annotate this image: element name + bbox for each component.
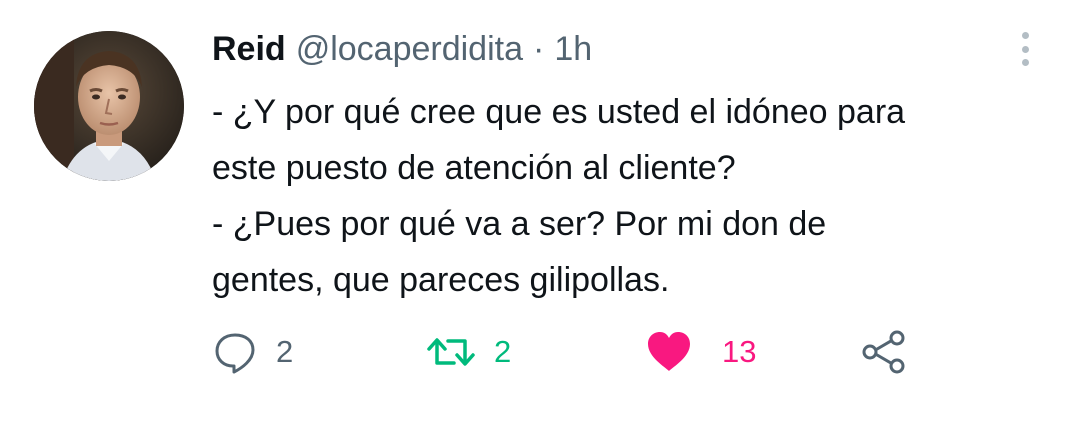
more-dot [1021, 59, 1029, 66]
tweet[interactable]: Reid @locaperdidita · 1h - ¿Y por qué cr… [0, 0, 1080, 432]
share-icon [862, 330, 905, 374]
more-dot [1021, 45, 1029, 53]
tweet-text-line: - ¿Pues por qué va a ser? Por mi don de [212, 205, 827, 243]
separator-dot: · [533, 30, 545, 68]
reply-icon [215, 333, 255, 374]
like-count: 13 [722, 334, 757, 369]
tweet-text: - ¿Y por qué cree que es usted el idóneo… [212, 84, 1052, 308]
more-vertical-icon[interactable] [1010, 30, 1040, 68]
author-handle[interactable]: @locaperdidita [296, 30, 523, 69]
heart-icon [648, 332, 690, 371]
more-dot [1021, 32, 1029, 39]
tweet-time[interactable]: 1h [554, 30, 592, 69]
reply-button[interactable]: 2 [212, 322, 293, 382]
retweet-button[interactable]: 2 [426, 322, 511, 382]
share-button[interactable] [860, 322, 908, 382]
like-button[interactable]: 13 [646, 322, 756, 382]
avatar[interactable] [34, 31, 184, 181]
avatar-image [34, 31, 184, 181]
tweet-actions: 2 2 13 [212, 322, 1052, 382]
tweet-text-line: gentes, que pareces gilipollas. [212, 261, 670, 299]
tweet-header: Reid @locaperdidita · 1h [212, 30, 592, 76]
author-name[interactable]: Reid [212, 30, 286, 69]
tweet-text-line: - ¿Y por qué cree que es usted el idóneo… [212, 93, 906, 131]
reply-count: 2 [276, 334, 294, 369]
retweet-icon [427, 338, 475, 366]
tweet-text-line: este puesto de atención al cliente? [212, 149, 736, 187]
retweet-count: 2 [494, 334, 512, 369]
